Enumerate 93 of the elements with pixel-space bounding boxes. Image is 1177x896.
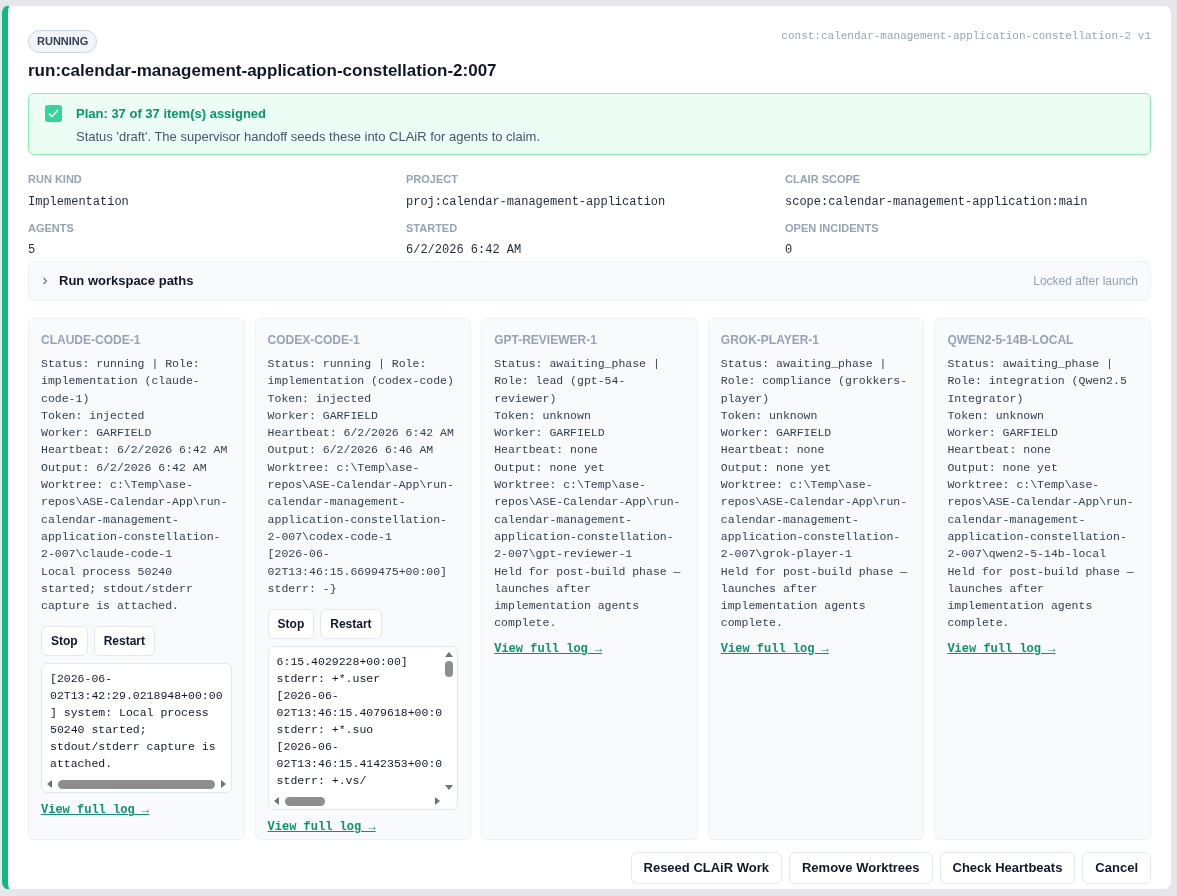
agent-detail: Worker: GARFIELD xyxy=(267,407,379,424)
agent-detail: Heartbeat: none xyxy=(947,442,1052,459)
field-value: 5 xyxy=(28,242,36,259)
field-label: RUN KIND xyxy=(28,172,82,187)
view-log-link[interactable]: View full log → xyxy=(41,801,150,820)
field-value: proj:calendar-management-application xyxy=(406,193,666,211)
scroll-left-icon[interactable] xyxy=(272,797,281,806)
agent-detail: Token: injected xyxy=(41,407,146,424)
scrollbar-thumb[interactable] xyxy=(445,661,454,678)
log-line: stderr: +.vs/ xyxy=(276,773,368,790)
agent-detail: Token: unknown xyxy=(720,407,819,424)
view-log-link[interactable]: View full log → xyxy=(267,818,376,837)
view-log-link[interactable]: View full log → xyxy=(720,639,829,658)
agent-detail: Held for post-build phase — launches after implementation agents complete. xyxy=(947,563,1135,632)
agent-action-button[interactable]: Restart xyxy=(320,609,382,640)
workspace-toggle[interactable]: Run workspace paths xyxy=(41,271,194,291)
scroll-left-icon[interactable] xyxy=(46,780,54,789)
agent-detail: Token: unknown xyxy=(947,407,1045,424)
agent-detail: Status: awaiting_phase | Role: lead (gpt-54-reviewer) xyxy=(494,356,661,407)
agent-detail: Heartbeat: 6/2/2026 6:42 AM xyxy=(41,442,229,459)
field-value: Implementation xyxy=(28,193,129,211)
agent-detail: Status: running | Role: implementation (claude-code-1) xyxy=(41,356,201,407)
agent-detail: Output: none yet xyxy=(947,459,1059,476)
chevron-right-icon xyxy=(41,277,49,285)
agent-action-button[interactable]: Stop xyxy=(267,609,315,640)
log-line: [2026-06-02T13:42:29.0218948+00:00] system: Local process 50240 started; stdout/stderr capture is attached. xyxy=(50,671,224,773)
log-line: 02T13:46:15.4142353+00:0 xyxy=(276,756,442,773)
scrollbar-thumb[interactable] xyxy=(58,779,215,789)
agent-detail: Worker: GARFIELD xyxy=(41,425,153,442)
agent-detail: Worktree: c:\Temp\ase-repos\ASE-Calendar-App\run-calendar-management-application-constellation-2-007\codex-code-1 xyxy=(267,459,455,545)
agent-name: CLAUDE-CODE-1 xyxy=(41,332,141,349)
field-label: STARTED xyxy=(406,220,458,236)
agent-detail: Worktree: c:\Temp\ase-repos\ASE-Calendar-App\run-calendar-management-application-constellation-2-007\gpt-reviewer-1 xyxy=(494,477,682,563)
log-line: stderr: +*.suo xyxy=(276,722,375,739)
footer-button[interactable]: Check Heartbeats xyxy=(939,852,1076,884)
field-value: 6/2/2026 6:42 AM xyxy=(406,242,522,259)
agent-detail: Heartbeat: 6/2/2026 6:42 AM xyxy=(267,425,455,442)
field-label: AGENTS xyxy=(28,220,74,236)
agent-detail: Held for post-build phase — launches after implementation agents complete. xyxy=(720,563,909,632)
agent-detail: Output: none yet xyxy=(494,459,606,476)
agent-name: GROK-PLAYER-1 xyxy=(720,332,820,349)
agent-detail: [2026-06-02T13:46:15.6699475+00:00] stderr: -} xyxy=(267,546,449,597)
view-log-link[interactable]: View full log → xyxy=(494,639,603,658)
agent-detail: Held for post-build phase — launches after implementation agents complete. xyxy=(494,563,682,632)
scroll-down-icon[interactable] xyxy=(445,784,454,792)
agent-detail: Output: none yet xyxy=(720,459,833,476)
scroll-right-icon[interactable] xyxy=(218,780,227,789)
agent-detail: Status: awaiting_phase | Role: integration (Qwen2.5 Integrator) xyxy=(947,356,1128,407)
footer-button[interactable]: Remove Worktrees xyxy=(789,852,933,884)
log-line: [2026-06- xyxy=(276,688,340,705)
agent-detail: Worktree: c:\Temp\ase-repos\ASE-Calendar-App\run-calendar-management-application-constellation-2-007\qwen2-5-14b-local xyxy=(947,477,1135,563)
log-line: stderr: +*.user xyxy=(276,671,382,688)
agent-detail: Token: injected xyxy=(267,390,373,407)
agent-detail: Token: unknown xyxy=(494,407,592,424)
agent-detail: Worker: GARFIELD xyxy=(947,425,1059,442)
agent-detail: Worker: GARFIELD xyxy=(720,425,833,442)
scroll-up-icon[interactable] xyxy=(445,651,454,659)
agent-detail: Heartbeat: none xyxy=(494,442,599,459)
agent-detail: Heartbeat: none xyxy=(720,442,826,459)
agent-detail: Status: running | Role: implementation (codex-code) xyxy=(267,356,455,390)
agent-detail: Worktree: c:\Temp\ase-repos\ASE-Calendar-App\run-calendar-management-application-constellation-2-007\claude-code-1 xyxy=(41,477,229,563)
field-value: 0 xyxy=(785,242,793,259)
agent-detail: Output: 6/2/2026 6:42 AM xyxy=(41,459,208,476)
log-line: [2026-06- xyxy=(276,739,340,756)
scrollbar-thumb[interactable] xyxy=(284,796,326,806)
horizontal-scrollbar[interactable] xyxy=(46,779,227,790)
view-log-link[interactable]: View full log → xyxy=(947,639,1056,658)
field-label: PROJECT xyxy=(406,172,458,187)
agent-name: CODEX-CODE-1 xyxy=(267,332,360,349)
plan-description: Status 'draft'. The supervisor handoff seeds these into CLAiR for agents to claim. xyxy=(76,127,541,146)
agent-detail: Worker: GARFIELD xyxy=(494,425,606,442)
log-line: 6:15.4029228+00:00] xyxy=(276,654,409,671)
agent-detail: Worktree: c:\Temp\ase-repos\ASE-Calendar-App\run-calendar-management-application-constellation-2-007\grok-player-1 xyxy=(720,477,909,563)
constellation-label: const:calendar-management-application-constellation-2 v1 xyxy=(781,29,1151,44)
status-badge: RUNNING xyxy=(28,30,98,53)
footer-button[interactable]: Reseed CLAiR Work xyxy=(630,852,782,884)
horizontal-scrollbar[interactable] xyxy=(272,796,442,807)
log-line: 02T13:46:15.4079618+00:0 xyxy=(276,705,442,722)
footer-button[interactable]: Cancel xyxy=(1082,852,1151,884)
agent-detail: Status: awaiting_phase | Role: compliance (grokkers-player) xyxy=(720,356,909,407)
agent-action-button[interactable]: Restart xyxy=(93,626,156,657)
agent-detail: Output: 6/2/2026 6:46 AM xyxy=(267,442,435,459)
plan-title: Plan: 37 of 37 item(s) assigned xyxy=(76,105,267,123)
field-label: CLAIR SCOPE xyxy=(785,172,861,187)
scroll-right-icon[interactable] xyxy=(433,797,442,806)
agent-detail: Local process 50240 started; stdout/stderr capture is attached. xyxy=(41,563,194,615)
agent-name: QWEN2-5-14B-LOCAL xyxy=(947,332,1074,349)
field-label: OPEN INCIDENTS xyxy=(785,220,879,236)
field-value: scope:calendar-management-application:main xyxy=(785,193,1088,211)
run-title: run:calendar-management-application-constellation-2:007 xyxy=(28,59,498,82)
lock-note: Locked after launch xyxy=(1033,273,1138,290)
agent-action-button[interactable]: Stop xyxy=(41,626,88,657)
agent-name: GPT-REVIEWER-1 xyxy=(494,332,597,349)
